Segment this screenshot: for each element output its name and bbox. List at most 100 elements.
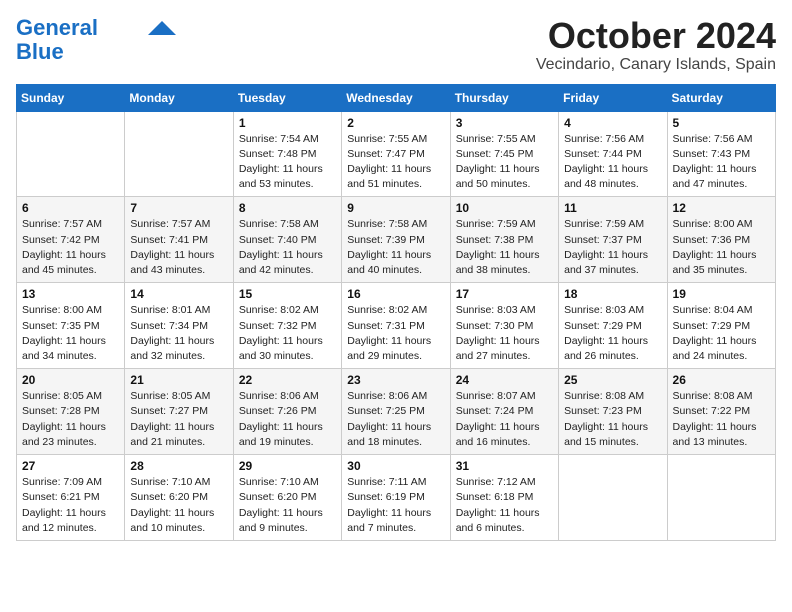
calendar-cell: 5 Sunrise: 7:56 AMSunset: 7:43 PMDaylight… (667, 111, 775, 197)
calendar-cell: 7Sunrise: 7:57 AMSunset: 7:41 PMDaylight… (125, 197, 233, 283)
day-info: Sunrise: 8:06 AMSunset: 7:25 PMDaylight:… (347, 389, 444, 450)
weekday-header: Tuesday (233, 84, 341, 111)
day-info: Sunrise: 7:10 AMSunset: 6:20 PMDaylight:… (130, 475, 227, 536)
weekday-header: Thursday (450, 84, 558, 111)
day-number: 16 (347, 287, 444, 301)
calendar-cell: 22Sunrise: 8:06 AMSunset: 7:26 PMDayligh… (233, 369, 341, 455)
day-number: 14 (130, 287, 227, 301)
day-info: Sunrise: 8:08 AMSunset: 7:22 PMDaylight:… (673, 389, 770, 450)
month-title: October 2024 (536, 16, 776, 56)
day-number: 3 (456, 116, 553, 130)
calendar-cell: 4 Sunrise: 7:56 AMSunset: 7:44 PMDaylight… (559, 111, 667, 197)
header: General Blue October 2024 Vecindario, Ca… (16, 16, 776, 74)
day-info: Sunrise: 8:01 AMSunset: 7:34 PMDaylight:… (130, 303, 227, 364)
calendar-week-row: 13 Sunrise: 8:00 AMSunset: 7:35 PMDayligh… (17, 283, 776, 369)
calendar-cell: 19 Sunrise: 8:04 AMSunset: 7:29 PMDayligh… (667, 283, 775, 369)
weekday-header: Monday (125, 84, 233, 111)
weekday-header: Friday (559, 84, 667, 111)
weekday-header-row: SundayMondayTuesdayWednesdayThursdayFrid… (17, 84, 776, 111)
day-number: 19 (673, 287, 770, 301)
day-number: 24 (456, 373, 553, 387)
day-info: Sunrise: 7:09 AMSunset: 6:21 PMDaylight:… (22, 475, 119, 536)
calendar-cell: 23 Sunrise: 8:06 AMSunset: 7:25 PMDayligh… (342, 369, 450, 455)
logo: General Blue (16, 16, 176, 64)
day-info: Sunrise: 7:59 AMSunset: 7:37 PMDaylight:… (564, 217, 661, 278)
day-info: Sunrise: 8:04 AMSunset: 7:29 PMDaylight:… (673, 303, 770, 364)
calendar-cell: 14 Sunrise: 8:01 AMSunset: 7:34 PMDayligh… (125, 283, 233, 369)
calendar-cell: 26 Sunrise: 8:08 AMSunset: 7:22 PMDayligh… (667, 369, 775, 455)
day-number: 20 (22, 373, 119, 387)
calendar-cell: 17Sunrise: 8:03 AMSunset: 7:30 PMDayligh… (450, 283, 558, 369)
calendar-cell: 2 Sunrise: 7:55 AMSunset: 7:47 PMDaylight… (342, 111, 450, 197)
location-title: Vecindario, Canary Islands, Spain (536, 56, 776, 74)
calendar-cell: 10 Sunrise: 7:59 AMSunset: 7:38 PMDayligh… (450, 197, 558, 283)
day-number: 11 (564, 201, 661, 215)
day-info: Sunrise: 7:12 AMSunset: 6:18 PMDaylight:… (456, 475, 553, 536)
calendar-cell: 28Sunrise: 7:10 AMSunset: 6:20 PMDayligh… (125, 455, 233, 541)
calendar-cell: 9 Sunrise: 7:58 AMSunset: 7:39 PMDaylight… (342, 197, 450, 283)
calendar-cell: 24 Sunrise: 8:07 AMSunset: 7:24 PMDayligh… (450, 369, 558, 455)
calendar-cell: 8Sunrise: 7:58 AMSunset: 7:40 PMDaylight… (233, 197, 341, 283)
day-number: 4 (564, 116, 661, 130)
day-info: Sunrise: 8:07 AMSunset: 7:24 PMDaylight:… (456, 389, 553, 450)
logo-blue: Blue (16, 39, 64, 64)
calendar-cell: 20Sunrise: 8:05 AMSunset: 7:28 PMDayligh… (17, 369, 125, 455)
day-number: 23 (347, 373, 444, 387)
day-info: Sunrise: 7:10 AMSunset: 6:20 PMDaylight:… (239, 475, 336, 536)
logo-arrow-icon (148, 21, 176, 35)
calendar-cell: 16Sunrise: 8:02 AMSunset: 7:31 PMDayligh… (342, 283, 450, 369)
day-number: 7 (130, 201, 227, 215)
calendar-cell: 3 Sunrise: 7:55 AMSunset: 7:45 PMDaylight… (450, 111, 558, 197)
day-info: Sunrise: 8:08 AMSunset: 7:23 PMDaylight:… (564, 389, 661, 450)
day-info: Sunrise: 7:56 AMSunset: 7:43 PMDaylight:… (673, 132, 770, 193)
calendar-cell: 30 Sunrise: 7:11 AMSunset: 6:19 PMDayligh… (342, 455, 450, 541)
calendar-week-row: 27Sunrise: 7:09 AMSunset: 6:21 PMDayligh… (17, 455, 776, 541)
weekday-header: Wednesday (342, 84, 450, 111)
day-info: Sunrise: 7:56 AMSunset: 7:44 PMDaylight:… (564, 132, 661, 193)
day-number: 5 (673, 116, 770, 130)
calendar-cell (17, 111, 125, 197)
day-info: Sunrise: 8:06 AMSunset: 7:26 PMDaylight:… (239, 389, 336, 450)
day-info: Sunrise: 7:55 AMSunset: 7:47 PMDaylight:… (347, 132, 444, 193)
calendar-cell: 6Sunrise: 7:57 AMSunset: 7:42 PMDaylight… (17, 197, 125, 283)
day-number: 26 (673, 373, 770, 387)
calendar-cell: 31 Sunrise: 7:12 AMSunset: 6:18 PMDayligh… (450, 455, 558, 541)
day-number: 13 (22, 287, 119, 301)
calendar-cell: 29 Sunrise: 7:10 AMSunset: 6:20 PMDayligh… (233, 455, 341, 541)
day-info: Sunrise: 8:00 AMSunset: 7:35 PMDaylight:… (22, 303, 119, 364)
day-info: Sunrise: 8:03 AMSunset: 7:30 PMDaylight:… (456, 303, 553, 364)
day-number: 29 (239, 459, 336, 473)
calendar-cell: 13 Sunrise: 8:00 AMSunset: 7:35 PMDayligh… (17, 283, 125, 369)
calendar-cell: 25 Sunrise: 8:08 AMSunset: 7:23 PMDayligh… (559, 369, 667, 455)
day-number: 15 (239, 287, 336, 301)
calendar-week-row: 20Sunrise: 8:05 AMSunset: 7:28 PMDayligh… (17, 369, 776, 455)
day-number: 30 (347, 459, 444, 473)
day-info: Sunrise: 7:11 AMSunset: 6:19 PMDaylight:… (347, 475, 444, 536)
day-number: 25 (564, 373, 661, 387)
calendar-cell: 11 Sunrise: 7:59 AMSunset: 7:37 PMDayligh… (559, 197, 667, 283)
calendar-cell (559, 455, 667, 541)
day-info: Sunrise: 7:59 AMSunset: 7:38 PMDaylight:… (456, 217, 553, 278)
calendar-cell: 15Sunrise: 8:02 AMSunset: 7:32 PMDayligh… (233, 283, 341, 369)
day-info: Sunrise: 7:55 AMSunset: 7:45 PMDaylight:… (456, 132, 553, 193)
day-number: 9 (347, 201, 444, 215)
day-number: 2 (347, 116, 444, 130)
day-number: 10 (456, 201, 553, 215)
day-number: 1 (239, 116, 336, 130)
day-number: 31 (456, 459, 553, 473)
calendar-table: SundayMondayTuesdayWednesdayThursdayFrid… (16, 84, 776, 541)
day-info: Sunrise: 8:03 AMSunset: 7:29 PMDaylight:… (564, 303, 661, 364)
day-info: Sunrise: 8:05 AMSunset: 7:27 PMDaylight:… (130, 389, 227, 450)
calendar-cell (667, 455, 775, 541)
day-info: Sunrise: 7:58 AMSunset: 7:39 PMDaylight:… (347, 217, 444, 278)
weekday-header: Sunday (17, 84, 125, 111)
day-number: 12 (673, 201, 770, 215)
calendar-cell: 12 Sunrise: 8:00 AMSunset: 7:36 PMDayligh… (667, 197, 775, 283)
calendar-week-row: 1 Sunrise: 7:54 AMSunset: 7:48 PMDaylight… (17, 111, 776, 197)
day-info: Sunrise: 7:54 AMSunset: 7:48 PMDaylight:… (239, 132, 336, 193)
title-block: October 2024 Vecindario, Canary Islands,… (536, 16, 776, 74)
day-info: Sunrise: 8:00 AMSunset: 7:36 PMDaylight:… (673, 217, 770, 278)
day-number: 6 (22, 201, 119, 215)
weekday-header: Saturday (667, 84, 775, 111)
calendar-cell: 21Sunrise: 8:05 AMSunset: 7:27 PMDayligh… (125, 369, 233, 455)
